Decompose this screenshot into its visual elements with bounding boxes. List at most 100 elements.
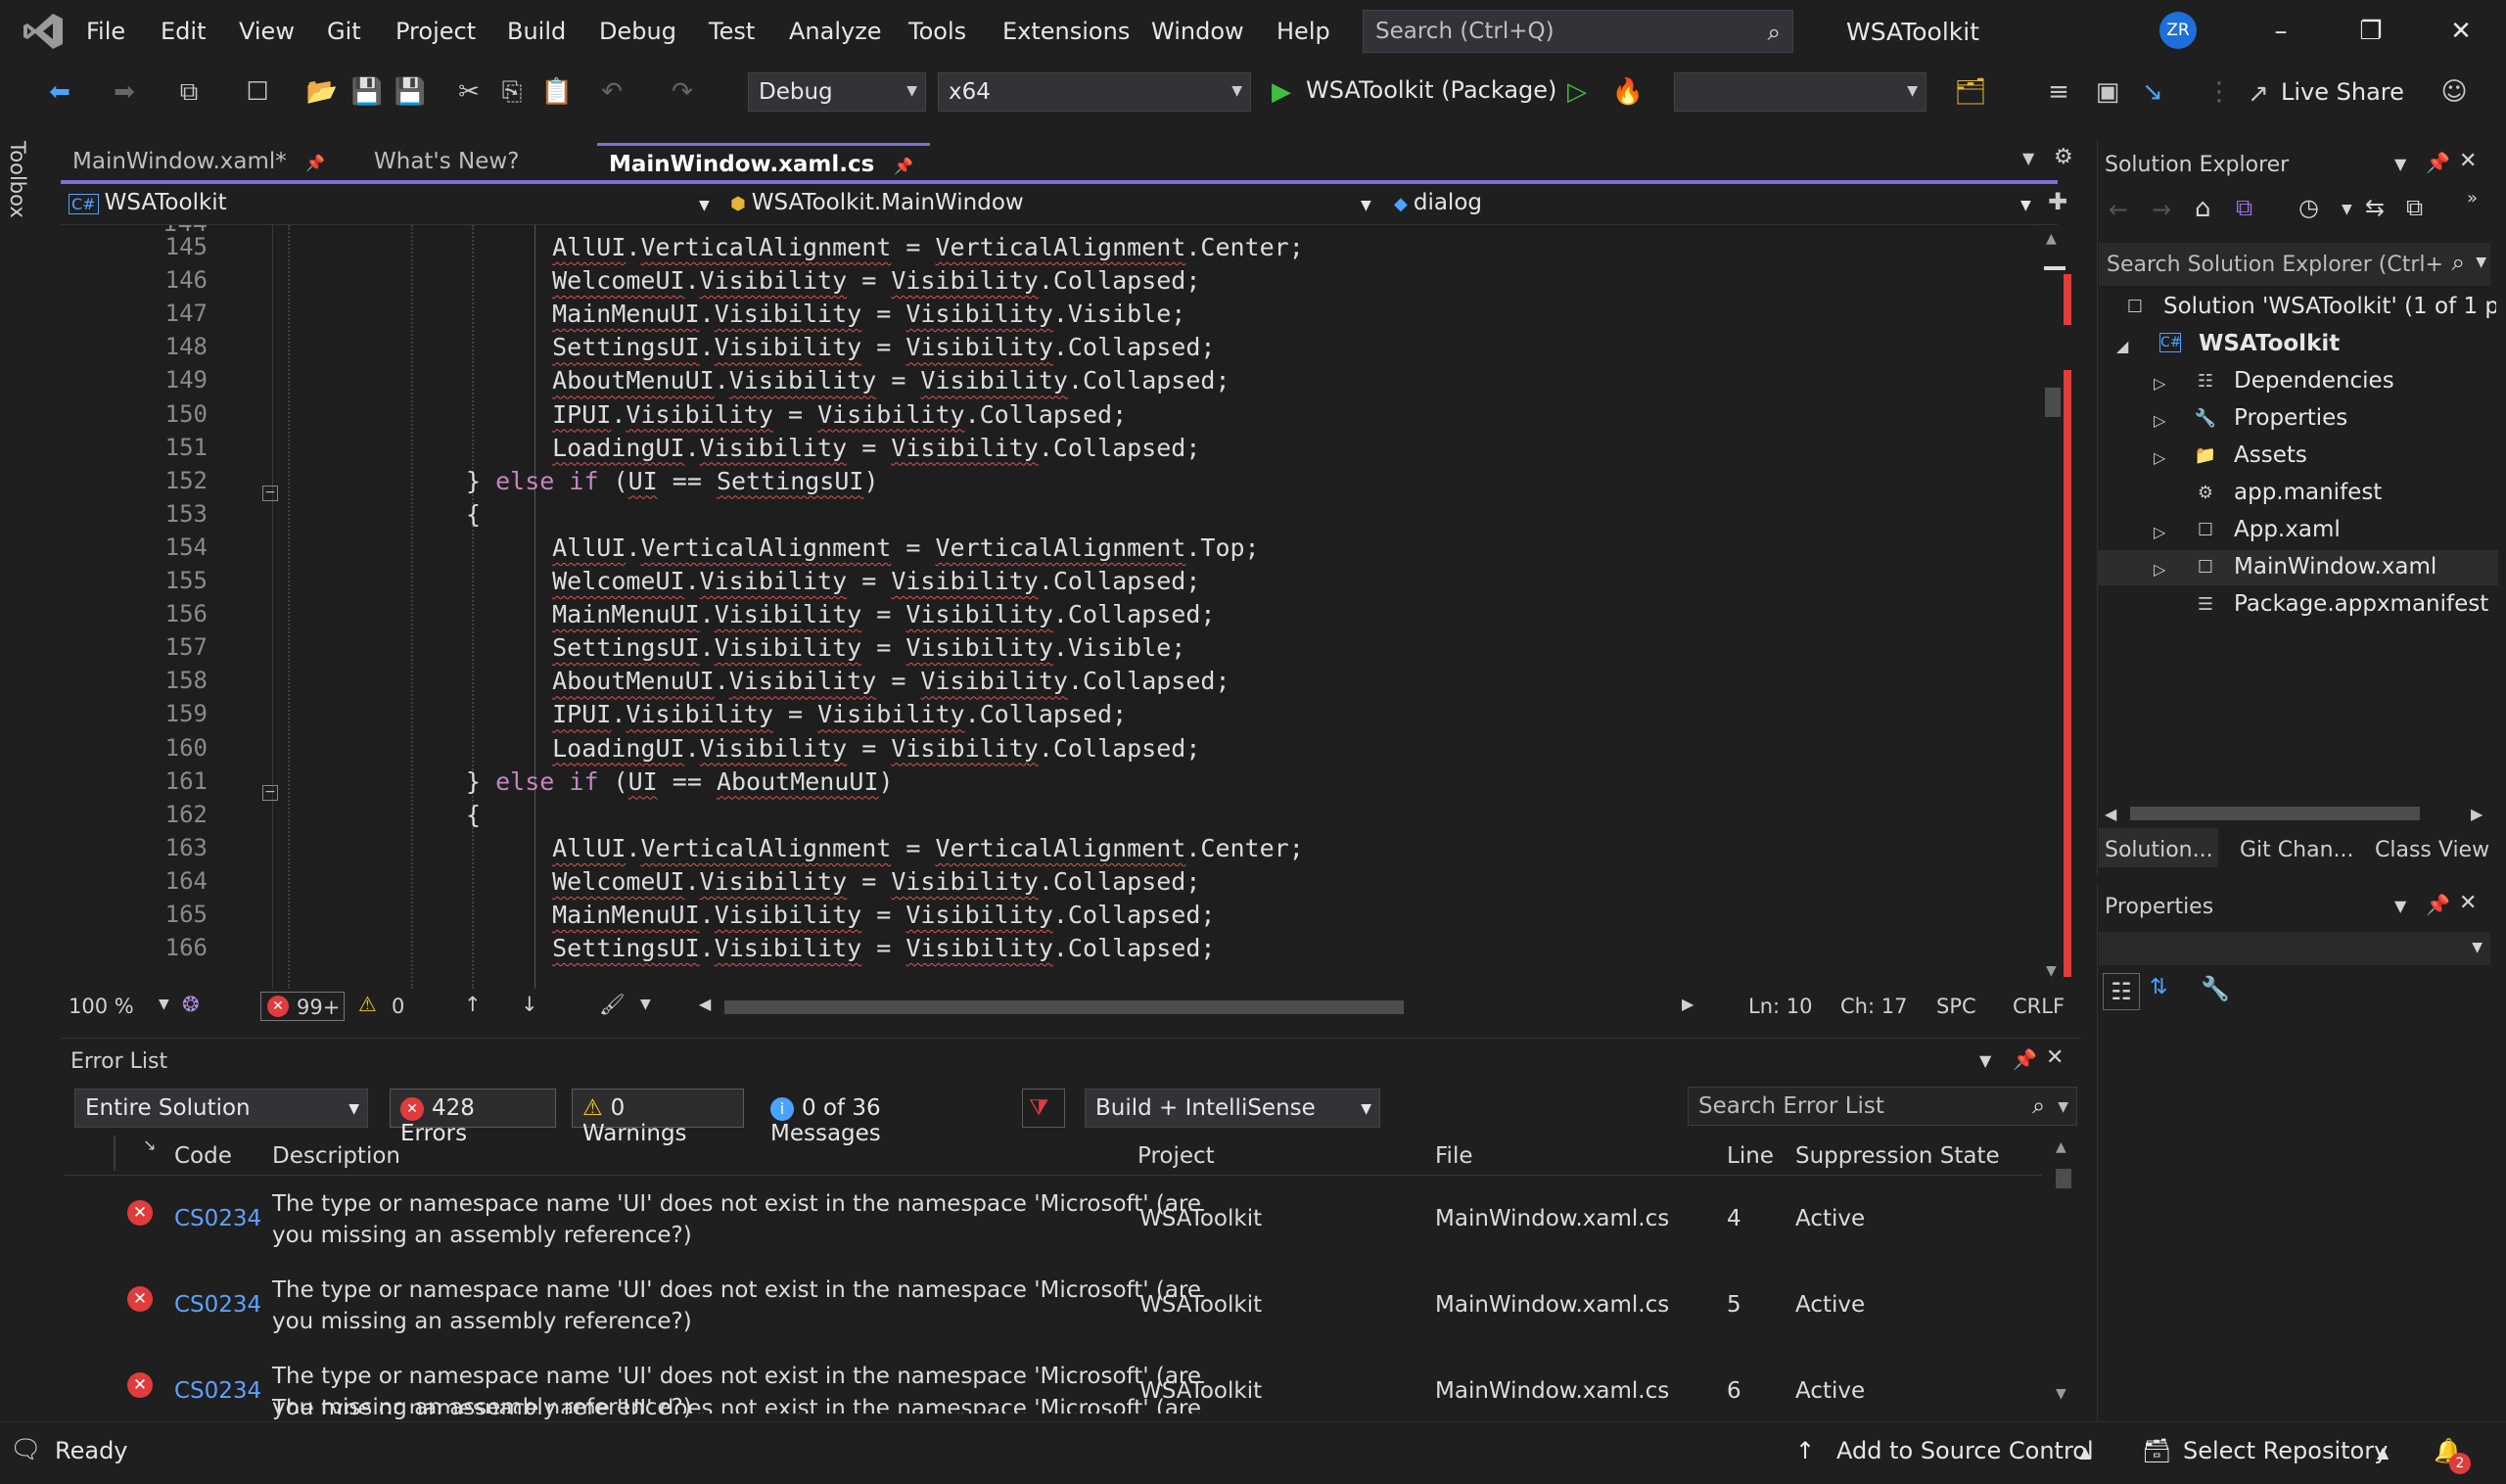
undo-icon[interactable]: ↶ [595, 74, 628, 110]
tree-item-dependencies[interactable]: Dependencies [2234, 368, 2394, 394]
split-editor-icon[interactable]: ✚ [2048, 188, 2067, 215]
code-line[interactable]: LoadingUI.Visibility = Visibility.Collap… [523, 434, 1200, 462]
scroll-right-icon[interactable]: ▶ [1682, 995, 1694, 1013]
code-line[interactable]: AllUI.VerticalAlignment = VerticalAlignm… [523, 533, 1260, 562]
column-description[interactable]: Description [272, 1143, 400, 1169]
copy-icon[interactable]: ⎘ [495, 74, 529, 110]
tree-item-app-manifest[interactable]: app.manifest [2234, 480, 2382, 505]
error-row[interactable]: ✕ CS0234 The type or namespace name 'UI' d… [65, 1357, 2042, 1427]
cut-icon[interactable]: ✂ [452, 74, 486, 110]
paste-icon[interactable]: 📋 [540, 74, 574, 110]
column-chooser-icon[interactable]: ↘ [143, 1136, 156, 1154]
pin-icon[interactable]: 📌 [2426, 893, 2450, 916]
build-filter-select[interactable]: Build + IntelliSense ▼ [1085, 1089, 1380, 1128]
alphabetical-icon[interactable]: ⇅ [2150, 975, 2167, 999]
code-line[interactable]: MainMenuUI.Visibility = Visibility.Visib… [523, 300, 1185, 328]
home-icon[interactable]: ⌂ [2195, 194, 2211, 223]
type-dropdown[interactable]: ⬢ WSAToolkit.MainWindow ▼ [730, 190, 1376, 215]
platform-select[interactable]: x64 ▼ [938, 72, 1251, 112]
scroll-down-icon[interactable]: ▼ [2056, 1386, 2066, 1402]
code-line[interactable]: { [466, 801, 537, 829]
code-line[interactable]: IPUI.Visibility = Visibility.Collapsed; [523, 400, 1127, 429]
line-ending-indicator[interactable]: CRLF [2013, 995, 2065, 1018]
toolbox-tab[interactable]: Toolbox [6, 141, 29, 218]
panel-menu-icon[interactable]: ▼ [2394, 897, 2406, 915]
close-panel-icon[interactable]: ✕ [2459, 891, 2477, 915]
expanded-arrow-icon[interactable]: ◢ [2116, 337, 2128, 355]
menu-tools[interactable]: Tools [908, 18, 966, 45]
menu-view[interactable]: View [239, 18, 295, 45]
tree-item-mainwindow-xaml[interactable]: MainWindow.xaml [2234, 554, 2436, 580]
up-arrow-icon[interactable]: ↑ [1795, 1437, 1815, 1464]
error-row[interactable]: ✕ CS0234 The type or namespace name 'UI' d… [65, 1184, 2042, 1255]
project-dropdown[interactable]: C# WSAToolkit ▼ [69, 190, 715, 215]
menu-build[interactable]: Build [507, 18, 566, 45]
save-icon[interactable]: 💾 [350, 74, 384, 110]
categorized-icon[interactable]: ☷ [2103, 973, 2140, 1010]
tab-mainwindow-xaml-cs[interactable]: MainWindow.xaml.cs 📌 ✕ [597, 143, 930, 203]
live-share-button[interactable]: Live Share [2281, 78, 2404, 106]
editor-vertical-scrollbar[interactable]: ▲ ▼ [2042, 231, 2064, 985]
code-line[interactable]: SettingsUI.Visibility = Visibility.Colla… [523, 333, 1215, 361]
panel-menu-icon[interactable]: ▼ [2394, 155, 2406, 173]
previous-issue-icon[interactable]: ↑ [464, 993, 482, 1016]
tree-item-package-appxmanifest[interactable]: Package.appxmanifest [2234, 591, 2488, 617]
settings-gear-icon[interactable]: ⚙ [2054, 145, 2073, 169]
column-code[interactable]: Code [174, 1143, 232, 1169]
redo-icon[interactable]: ↷ [666, 74, 699, 110]
add-to-source-control[interactable]: Add to Source Control [1836, 1437, 2094, 1464]
switch-views-icon[interactable]: ⧉ [2236, 194, 2252, 221]
menu-analyze[interactable]: Analyze [789, 18, 882, 45]
tab-mainwindow-xaml[interactable]: MainWindow.xaml* 📌 [61, 143, 337, 180]
next-issue-icon[interactable]: ↓ [521, 993, 538, 1016]
scroll-up-icon[interactable]: ▲ [2046, 231, 2057, 247]
member-dropdown[interactable]: ◆ dialog ▼ [1394, 190, 2040, 215]
zoom-level[interactable]: 100 % [69, 995, 134, 1018]
bookmark-icon[interactable]: ▣ [2091, 74, 2124, 110]
code-cleanup-icon[interactable]: 🖌 [599, 993, 626, 1017]
scroll-left-icon[interactable]: ◀ [699, 995, 711, 1013]
error-code[interactable]: CS0234 [174, 1292, 261, 1318]
horizontal-scroll-thumb[interactable] [724, 1000, 1404, 1014]
copilot-icon[interactable]: ❂ [182, 993, 200, 1016]
pin-icon[interactable]: 📌 [305, 154, 325, 172]
menu-extensions[interactable]: Extensions [1002, 18, 1130, 45]
code-line[interactable]: AboutMenuUI.Visibility = Visibility.Coll… [523, 366, 1230, 394]
code-line[interactable]: IPUI.Visibility = Visibility.Collapsed; [523, 700, 1127, 728]
menu-project[interactable]: Project [395, 18, 476, 45]
feedback-icon[interactable]: ☺ [2437, 74, 2471, 110]
code-line[interactable]: WelcomeUI.Visibility = Visibility.Collap… [523, 266, 1200, 295]
error-row[interactable]: ✕ CS0234 The type or namespace name 'UI' d… [65, 1271, 2042, 1341]
messages-filter-button[interactable]: i0 of 36 Messages [760, 1089, 1004, 1146]
menu-test[interactable]: Test [709, 18, 755, 45]
open-folder-icon[interactable]: 📂 [305, 74, 339, 110]
code-line[interactable]: AllUI.VerticalAlignment = VerticalAlignm… [523, 233, 1304, 261]
code-line[interactable]: SettingsUI.Visibility = Visibility.Visib… [523, 633, 1185, 662]
back-icon[interactable]: ⬅ [43, 74, 76, 110]
add-item-icon[interactable]: ☐ [241, 74, 274, 110]
warnings-filter-button[interactable]: ⚠ 0 Warnings [572, 1089, 744, 1146]
scope-select[interactable]: Entire Solution ▼ [74, 1089, 368, 1128]
run-target-label[interactable]: WSAToolkit (Package) [1306, 76, 1556, 104]
close-panel-icon[interactable]: ✕ [2459, 149, 2477, 173]
scroll-left-icon[interactable]: ◀ [2105, 805, 2116, 823]
chevron-down-icon[interactable]: ▼ [159, 997, 169, 1012]
collapsed-arrow-icon[interactable]: ▷ [2154, 448, 2165, 467]
menu-window[interactable]: Window [1151, 18, 1244, 45]
error-code[interactable]: CS0234 [174, 1206, 261, 1231]
chevron-down-icon[interactable]: ▼ [640, 997, 651, 1012]
collapsed-arrow-icon[interactable]: ▷ [2154, 523, 2165, 541]
error-count-badge[interactable]: ✕ 99+ [260, 992, 345, 1021]
code-editor[interactable]: − − 144 145 AllUI.VerticalAlignment = Ve… [61, 225, 2038, 989]
back-icon[interactable]: ← [2109, 196, 2128, 223]
column-suppression-state[interactable]: Suppression State [1795, 1143, 2000, 1169]
collapse-all-icon[interactable]: ⧉ [2406, 194, 2423, 221]
filter-icon[interactable]: ⧩ [1022, 1089, 1065, 1128]
collapsed-arrow-icon[interactable]: ▷ [2154, 411, 2165, 430]
warning-count[interactable]: 0 [392, 995, 404, 1018]
menu-file[interactable]: File [86, 18, 125, 45]
scroll-thumb[interactable] [2045, 388, 2061, 417]
collapse-icon[interactable]: − [262, 785, 278, 801]
column-file[interactable]: File [1435, 1143, 1473, 1169]
errors-filter-button[interactable]: ✕ 428 Errors [390, 1089, 556, 1146]
